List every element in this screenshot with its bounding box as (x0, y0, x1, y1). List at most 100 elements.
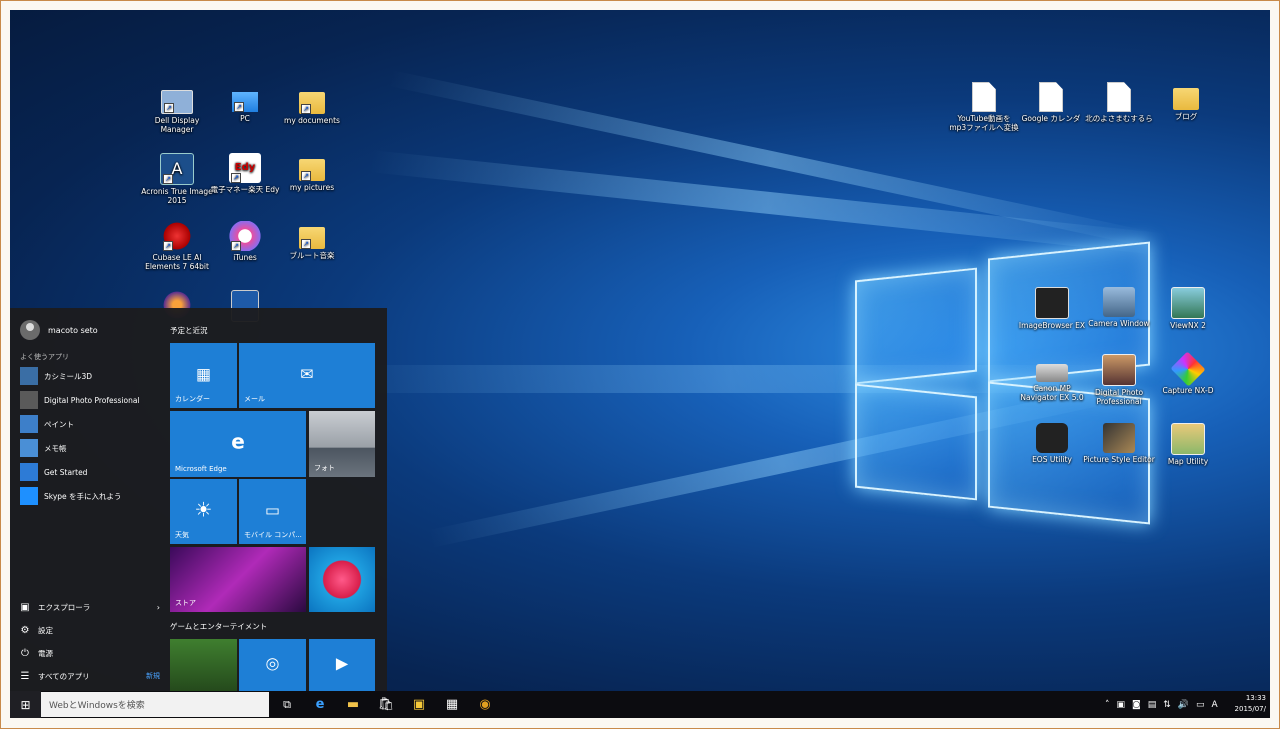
photos-tile-label: フォト (314, 464, 335, 472)
ime-indicator[interactable]: A (1212, 700, 1218, 710)
all-apps-item[interactable]: ☰ すべてのアプリ 新規 (20, 667, 160, 685)
desktop-icon[interactable]: Digital Photo Professional (1083, 354, 1155, 406)
phone-companion-icon: ▭ (264, 500, 281, 520)
user-account[interactable]: macoto seto (20, 320, 98, 340)
desktop-icon[interactable]: ViewNX 2 (1152, 287, 1224, 330)
mail-tile[interactable]: ✉ メール (239, 343, 375, 408)
calculator-icon: ▦ (445, 697, 459, 712)
store-taskbar-button[interactable]: 🛍 (371, 691, 401, 718)
windows-icon: ⊞ (20, 697, 31, 712)
start-menu: macoto seto よく使うアプリ カシミール3D Digital Phot… (10, 308, 387, 691)
search-box[interactable]: WebとWindowsを検索 (41, 692, 269, 717)
minecraft-tile[interactable] (170, 639, 237, 691)
settings-item[interactable]: ⚙ 設定 (20, 621, 160, 639)
desktop-icon[interactable]: ↗ Cubase LE AI Elements 7 64bit (141, 221, 213, 271)
desktop-icon-label: my pictures (289, 183, 335, 192)
desktop-icon[interactable]: Map Utility (1152, 423, 1224, 466)
calendar-tile[interactable]: ▦ カレンダー (170, 343, 237, 408)
desktop-icon-label: ブルート音楽 (289, 251, 335, 260)
groove-music-tile[interactable]: ◎ (239, 639, 306, 691)
edge-taskbar-button[interactable]: e (305, 691, 335, 718)
volume-icon[interactable]: 🔊 (1178, 700, 1189, 710)
desktop-icon[interactable]: YouTube動画を mp3ファイルへ変換 (948, 82, 1020, 132)
store-tile-label: ストア (175, 599, 196, 607)
kashmir-3d-icon (20, 367, 38, 385)
desktop-icon[interactable]: Capture NX-D (1152, 351, 1224, 395)
get-started-icon (20, 463, 38, 481)
phone-companion-tile[interactable]: ▭ モバイル コンパ... (239, 479, 306, 544)
desktop-icon[interactable]: ↗ my documents (276, 86, 348, 125)
power-label: 電源 (38, 648, 53, 658)
app-item[interactable]: Digital Photo Professional (20, 390, 160, 410)
desktop-icon[interactable]: ImageBrowser EX (1016, 287, 1088, 330)
desktop-icon[interactable]: ↗ PC (209, 86, 281, 123)
desktop-icon[interactable]: ↗ iTunes (209, 221, 281, 262)
app-icon: ◉ (479, 697, 491, 712)
desktop-icon[interactable]: Google カレンダ (1015, 82, 1087, 123)
app-item-label: Skype を手に入れよう (44, 491, 122, 501)
desktop-icon[interactable]: Picture Style Editor (1083, 423, 1155, 464)
edy-icon: Edy ↗ (229, 153, 261, 183)
action-center-icon[interactable]: ▭ (1196, 700, 1205, 710)
calculator-taskbar-button[interactable]: ▦ (437, 691, 467, 718)
desktop-icon[interactable]: Edy ↗ 電子マネー楽天 Edy (209, 153, 281, 194)
folder-icon (1173, 88, 1199, 110)
app-item[interactable]: カシミール3D (20, 366, 160, 386)
app-item-label: Get Started (44, 467, 88, 477)
edge-tile[interactable]: e Microsoft Edge (170, 411, 306, 477)
app-item[interactable]: メモ帳 (20, 438, 160, 458)
desktop-icon[interactable]: Camera Window (1083, 287, 1155, 328)
viewnx-icon (1171, 287, 1205, 319)
start-button[interactable]: ⊞ (10, 691, 41, 718)
desktop-icon-label: iTunes (233, 253, 257, 262)
tray-app-icon[interactable]: ▤ (1148, 700, 1157, 710)
task-view-button[interactable]: ⧉ (272, 691, 302, 718)
all-apps-icon: ☰ (20, 670, 30, 682)
desktop-icon[interactable]: ↗ ブルート音楽 (276, 221, 348, 260)
acronis-icon: A ↗ (160, 153, 194, 185)
file-explorer-taskbar-button[interactable]: ▬ (338, 691, 368, 718)
desktop-icon[interactable]: A ↗ Acronis True Image 2015 (141, 153, 213, 205)
desktop-icon-label: ViewNX 2 (1170, 321, 1206, 330)
desktop-icon-label: Camera Window (1088, 319, 1150, 328)
tiles-heading-2: ゲームとエンターテイメント (170, 622, 268, 631)
desktop-icon[interactable]: ブログ (1150, 82, 1222, 121)
app-taskbar-button[interactable]: ◉ (470, 691, 500, 718)
most-used-heading: よく使うアプリ (20, 353, 69, 361)
desktop-icon-label: YouTube動画を mp3ファイルへ変換 (949, 114, 1019, 132)
sticky-taskbar-button[interactable]: ▣ (404, 691, 434, 718)
network-icon[interactable]: ⇅ (1163, 700, 1171, 710)
tray-app-icon[interactable]: ▣ (1117, 700, 1126, 710)
tray-app-icon[interactable]: ◙ (1132, 700, 1141, 710)
logo-pane (855, 267, 977, 385)
store-tile[interactable]: ストア (170, 547, 306, 612)
desktop-icon[interactable]: EOS Utility (1016, 423, 1088, 464)
user-name: macoto seto (48, 325, 98, 335)
chevron-right-icon[interactable]: › (157, 603, 160, 612)
file-explorer-item[interactable]: ▣ エクスプローラ › (20, 598, 160, 616)
desktop-icon[interactable]: Canon MP Navigator EX 5.0 (1016, 354, 1088, 402)
desktop-icon[interactable]: 北のよさまむするら (1083, 82, 1155, 123)
notepad-icon (20, 439, 38, 457)
app-item-label: メモ帳 (44, 443, 67, 453)
cubase-icon: ↗ (161, 221, 193, 251)
capture-nx-icon (1170, 351, 1206, 387)
candy-crush-tile[interactable] (309, 547, 375, 612)
power-item[interactable]: ⏻ 電源 (20, 644, 160, 662)
skype-icon (20, 487, 38, 505)
desktop-icon[interactable]: ↗ Dell Display Manager (141, 86, 213, 134)
desktop-icon[interactable]: ↗ my pictures (276, 153, 348, 192)
weather-tile[interactable]: ☀ 天気 (170, 479, 237, 544)
app-item[interactable]: Skype を手に入れよう (20, 486, 160, 506)
app-item-label: Digital Photo Professional (44, 395, 140, 405)
clock[interactable]: 13:33 2015/07/ (1235, 693, 1266, 715)
phone-companion-tile-label: モバイル コンパ... (244, 531, 302, 539)
itunes-icon: ↗ (229, 221, 261, 251)
chevron-up-icon[interactable]: ˄ (1105, 700, 1110, 710)
system-tray: ˄ ▣ ◙ ▤ ⇅ 🔊 ▭ A (1105, 691, 1218, 718)
desktop-icon-label: 北のよさまむするら (1085, 114, 1153, 123)
app-item[interactable]: ペイント (20, 414, 160, 434)
movies-tv-tile[interactable]: ▶ (309, 639, 375, 691)
photos-tile[interactable]: フォト (309, 411, 375, 477)
app-item[interactable]: Get Started (20, 462, 160, 482)
